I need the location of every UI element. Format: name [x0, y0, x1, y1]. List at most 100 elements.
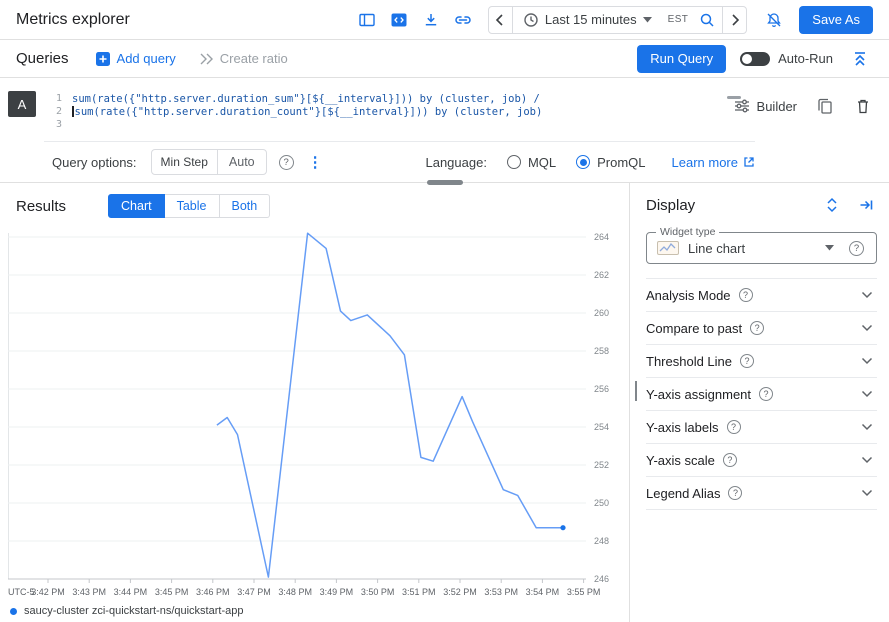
time-prev-button[interactable] [489, 7, 513, 33]
scrollbar-thumb[interactable] [635, 381, 637, 401]
share-link-button[interactable] [450, 7, 476, 33]
results-title: Results [16, 198, 66, 215]
widget-type-value: Line chart [688, 241, 745, 256]
trash-icon [856, 98, 870, 114]
help-icon[interactable] [728, 486, 742, 500]
line-chart-thumbnail-icon [657, 241, 679, 255]
min-step-help-icon[interactable] [279, 155, 294, 170]
svg-text:3:47 PM: 3:47 PM [237, 587, 271, 597]
builder-button[interactable]: Builder [734, 99, 797, 114]
add-query-label: Add query [117, 51, 176, 66]
svg-text:3:55 PM: 3:55 PM [567, 587, 601, 597]
radio-unchecked-icon [507, 155, 521, 169]
tab-both[interactable]: Both [220, 194, 271, 218]
add-query-button[interactable]: Add query [95, 51, 176, 67]
time-search-button[interactable] [692, 7, 722, 33]
chart-legend[interactable]: saucy-cluster zci-quickstart-ns/quicksta… [0, 602, 629, 617]
results-view-tabs: Chart Table Both [108, 194, 270, 218]
code-text: sum(rate({"http.server.duration_sum"}[${… [72, 93, 540, 105]
alerts-off-button[interactable] [761, 7, 787, 33]
widget-type-label: Widget type [656, 226, 719, 238]
svg-text:250: 250 [594, 498, 609, 508]
section-y-axis-scale[interactable]: Y-axis scale [646, 444, 877, 477]
language-radio-mql[interactable]: MQL [507, 155, 556, 170]
mql-label: MQL [528, 155, 556, 170]
side-panel-button[interactable] [354, 7, 380, 33]
query-overflow-menu[interactable] [308, 153, 323, 171]
svg-text:3:53 PM: 3:53 PM [484, 587, 518, 597]
download-button[interactable] [418, 7, 444, 33]
copy-icon [818, 98, 832, 114]
display-header: Display [646, 183, 877, 224]
svg-text:3:43 PM: 3:43 PM [72, 587, 106, 597]
section-label: Y-axis assignment [646, 387, 751, 402]
section-compare-to-past[interactable]: Compare to past [646, 312, 877, 345]
auto-run-label: Auto-Run [778, 51, 833, 66]
results-header: Results Chart Table Both [0, 183, 629, 225]
svg-text:246: 246 [594, 574, 609, 584]
display-sections-list: Analysis Mode Compare to past Threshold … [646, 278, 877, 510]
query-options-row: Query options: Min Step Auto Language: M… [0, 142, 889, 182]
help-icon[interactable] [739, 288, 753, 302]
duplicate-query-button[interactable] [815, 96, 835, 116]
svg-text:252: 252 [594, 460, 609, 470]
query-badge: A [8, 91, 36, 117]
unfold-more-icon [826, 197, 838, 213]
add-box-icon [95, 51, 111, 67]
create-ratio-button[interactable]: Create ratio [198, 51, 288, 66]
auto-run-toggle[interactable]: Auto-Run [740, 51, 833, 66]
svg-text:258: 258 [594, 346, 609, 356]
section-threshold-line[interactable]: Threshold Line [646, 345, 877, 378]
svg-text:3:51 PM: 3:51 PM [402, 587, 436, 597]
svg-text:256: 256 [594, 384, 609, 394]
promql-editor[interactable]: 1 sum(rate({"http.server.duration_sum"}[… [44, 88, 755, 142]
display-title: Display [646, 197, 695, 214]
save-as-button[interactable]: Save As [799, 6, 873, 34]
tab-chart[interactable]: Chart [108, 194, 165, 218]
top-bar: Metrics explorer Last 15 minutes [0, 0, 889, 40]
tab-table[interactable]: Table [165, 194, 220, 218]
svg-text:260: 260 [594, 308, 609, 318]
min-step-value: Auto [218, 155, 266, 169]
collapse-queries-button[interactable] [847, 46, 873, 72]
section-analysis-mode[interactable]: Analysis Mode [646, 279, 877, 312]
widget-type-select[interactable]: Widget type Line chart [646, 232, 877, 264]
create-ratio-icon [198, 52, 214, 66]
results-pane: Results Chart Table Both 246248250252254… [0, 183, 630, 622]
code-line: 2 sum(rate({"http.server.duration_count"… [44, 105, 755, 118]
time-next-button[interactable] [722, 7, 746, 33]
collapse-right-icon [859, 198, 873, 212]
section-legend-alias[interactable]: Legend Alias [646, 477, 877, 510]
time-range-selector[interactable]: Last 15 minutes [513, 12, 662, 28]
svg-text:3:48 PM: 3:48 PM [278, 587, 312, 597]
min-step-control[interactable]: Min Step Auto [151, 149, 267, 175]
promql-label: PromQL [597, 155, 645, 170]
section-y-axis-labels[interactable]: Y-axis labels [646, 411, 877, 444]
code-editor-toggle-button[interactable] [386, 7, 412, 33]
svg-text:3:50 PM: 3:50 PM [361, 587, 395, 597]
svg-text:264: 264 [594, 232, 609, 242]
help-icon[interactable] [723, 453, 737, 467]
learn-more-link[interactable]: Learn more [672, 155, 755, 170]
widget-type-help-icon[interactable] [849, 241, 864, 256]
resize-drag-handle[interactable] [427, 180, 463, 185]
chevron-down-icon [643, 17, 652, 23]
toggle-track [740, 52, 770, 66]
section-label: Threshold Line [646, 354, 732, 369]
expand-all-button[interactable] [823, 196, 841, 214]
delete-query-button[interactable] [853, 96, 873, 116]
side-panel-icon [358, 11, 376, 29]
help-icon[interactable] [750, 321, 764, 335]
language-radio-promql[interactable]: PromQL [576, 155, 645, 170]
help-icon[interactable] [759, 387, 773, 401]
collapse-panel-button[interactable] [857, 196, 875, 214]
help-icon[interactable] [727, 420, 741, 434]
page-title: Metrics explorer [16, 11, 130, 29]
line-chart[interactable]: 2462482502522542562582602622643:42 PM3:4… [8, 227, 626, 599]
queries-toolbar-right: Run Query Auto-Run [637, 45, 873, 73]
time-range-control: Last 15 minutes EST [488, 6, 747, 34]
run-query-button[interactable]: Run Query [637, 45, 726, 73]
section-label: Y-axis scale [646, 453, 715, 468]
help-icon[interactable] [740, 354, 754, 368]
section-y-axis-assignment[interactable]: Y-axis assignment [646, 378, 877, 411]
